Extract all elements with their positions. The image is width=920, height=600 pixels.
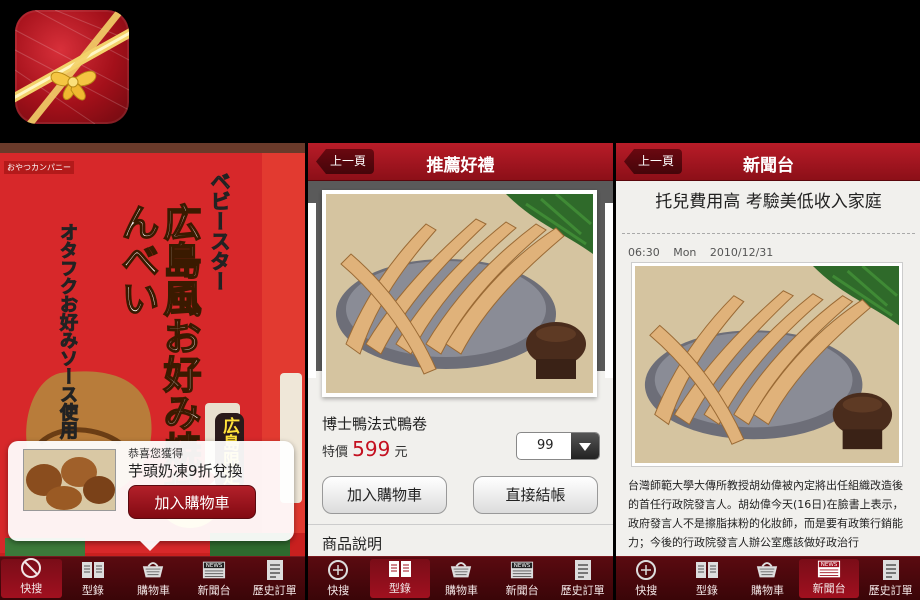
- cart-icon: [755, 559, 779, 581]
- add-to-cart-button[interactable]: 加入購物車: [128, 485, 256, 519]
- catalog-icon: [695, 559, 719, 581]
- news-weekday: Mon: [673, 246, 697, 259]
- tab-news[interactable]: NEWS 新聞台: [184, 557, 245, 600]
- tab-label: 快搜: [635, 584, 658, 597]
- price-prefix: 特價: [322, 445, 349, 460]
- chevron-down-icon[interactable]: [571, 433, 599, 459]
- reward-title: 芋頭奶凍9折兌換: [128, 462, 243, 480]
- catalog-icon: [388, 559, 412, 579]
- nav-bar: 上一頁 推薦好禮: [308, 143, 613, 181]
- news-icon: NEWS: [817, 559, 841, 579]
- tab-label: 型錄: [695, 584, 718, 597]
- reward-popup: 恭喜您獲得 芋頭奶凍9折兌換 加入購物車: [8, 441, 294, 541]
- reward-thumbnail: [23, 449, 116, 511]
- divider: [308, 524, 613, 525]
- package-side-label: オタフクお好みソース使用: [57, 223, 79, 440]
- tab-catalog[interactable]: 型錄: [677, 557, 738, 600]
- package-title-brand: ベビースター: [207, 171, 232, 292]
- news-time: 06:30: [628, 246, 660, 259]
- page-title: 推薦好禮: [426, 156, 495, 176]
- tab-orders[interactable]: 歷史訂單: [244, 557, 305, 600]
- divider: [622, 233, 915, 234]
- screen-scan: おやつカンパニー ベビースター 広島風お好み焼せんべい 広島限定 オタフクお好み…: [0, 143, 305, 600]
- screen-recommend: 上一頁 推薦好禮 博士鴨法式鴨卷 特價 599 元 99 加入購物車 直接結帳 …: [308, 143, 613, 600]
- tab-cart[interactable]: 購物車: [431, 557, 492, 600]
- svg-text:NEWS: NEWS: [206, 563, 223, 569]
- cart-icon: [141, 559, 165, 581]
- tab-orders[interactable]: 歷史訂單: [552, 557, 613, 600]
- svg-text:NEWS: NEWS: [514, 563, 531, 569]
- product-name: 博士鴨法式鴨卷: [322, 415, 428, 433]
- checkout-button[interactable]: 直接結帳: [473, 476, 598, 514]
- news-date: 2010/12/31: [709, 246, 774, 259]
- tab-label: 型錄: [388, 582, 411, 595]
- tab-bar: 快搜 型錄 購物車 NEWS 新聞台 歷史訂單: [308, 556, 613, 600]
- tab-label: 歷史訂單: [560, 584, 605, 597]
- news-image: [631, 262, 903, 467]
- news-body: 台灣師範大學大傳所教授胡幼偉被內定將出任組織改造後的首任行政院發言人。胡幼偉今天…: [628, 479, 904, 549]
- tab-cart[interactable]: 購物車: [123, 557, 184, 600]
- tab-label: 購物車: [444, 584, 478, 597]
- tab-label: 購物車: [136, 584, 170, 597]
- quantity-value: 99: [537, 438, 554, 453]
- tab-cart[interactable]: 購物車: [737, 557, 798, 600]
- tab-label: 歷史訂單: [868, 584, 913, 597]
- tab-catalog[interactable]: 型錄: [369, 559, 431, 598]
- orders-icon: [571, 559, 595, 581]
- package-brand-small: おやつカンパニー: [4, 161, 74, 174]
- tab-scan[interactable]: 快搜: [1, 557, 62, 598]
- reward-caption: 恭喜您獲得: [128, 447, 183, 460]
- tab-label: 購物車: [750, 584, 784, 597]
- news-headline: 托兒費用高 考驗美低收入家庭: [655, 192, 882, 212]
- tab-label: 新聞台: [812, 582, 846, 595]
- tab-label: 快搜: [20, 582, 43, 595]
- price-value: 599: [352, 437, 391, 461]
- tab-catalog[interactable]: 型錄: [63, 557, 124, 600]
- tab-orders[interactable]: 歷史訂單: [860, 557, 920, 600]
- gift-ribbon-icon: [15, 10, 129, 124]
- page-title: 新聞台: [743, 156, 794, 176]
- section-title: 商品說明: [322, 535, 383, 553]
- tab-bar: 快搜 型錄 購物車 NEWS 新聞台 歷史訂單: [616, 556, 920, 600]
- orders-icon: [263, 559, 287, 581]
- gallery-prev-peek[interactable]: [308, 203, 316, 378]
- svg-text:NEWS: NEWS: [821, 562, 838, 568]
- tab-label: 型錄: [81, 584, 104, 597]
- scan-icon: [326, 559, 350, 581]
- screen-news: 上一頁 新聞台 托兒費用高 考驗美低收入家庭 06:30 Mon 2010/12…: [616, 143, 920, 600]
- scan-icon: [19, 557, 43, 579]
- app-icon[interactable]: [15, 10, 129, 124]
- tab-label: 新聞台: [197, 584, 231, 597]
- gallery-next-peek[interactable]: [605, 203, 613, 378]
- news-meta: 06:30 Mon 2010/12/31: [628, 246, 783, 259]
- add-to-cart-button[interactable]: 加入購物車: [322, 476, 447, 514]
- catalog-icon: [81, 559, 105, 581]
- tab-news[interactable]: NEWS 新聞台: [798, 559, 860, 598]
- news-icon: NEWS: [510, 559, 534, 581]
- popup-pointer: [140, 541, 160, 551]
- tab-label: 快搜: [327, 584, 350, 597]
- price-row: 特價 599 元: [322, 437, 408, 461]
- nav-bar: 上一頁 新聞台: [616, 143, 920, 181]
- news-icon: NEWS: [202, 559, 226, 581]
- cart-icon: [449, 559, 473, 581]
- price-unit: 元: [394, 445, 408, 460]
- tab-scan[interactable]: 快搜: [308, 557, 369, 600]
- product-image[interactable]: [322, 190, 597, 397]
- tab-label: 新聞台: [505, 584, 539, 597]
- tab-scan[interactable]: 快搜: [616, 557, 677, 600]
- quantity-select[interactable]: 99: [516, 432, 600, 460]
- tab-label: 歷史訂單: [252, 584, 297, 597]
- scan-icon: [634, 559, 658, 581]
- orders-icon: [879, 559, 903, 581]
- tab-bar: 快搜 型錄 購物車 NEWS 新聞台 歷史訂單: [0, 556, 305, 600]
- tab-news[interactable]: NEWS 新聞台: [492, 557, 553, 600]
